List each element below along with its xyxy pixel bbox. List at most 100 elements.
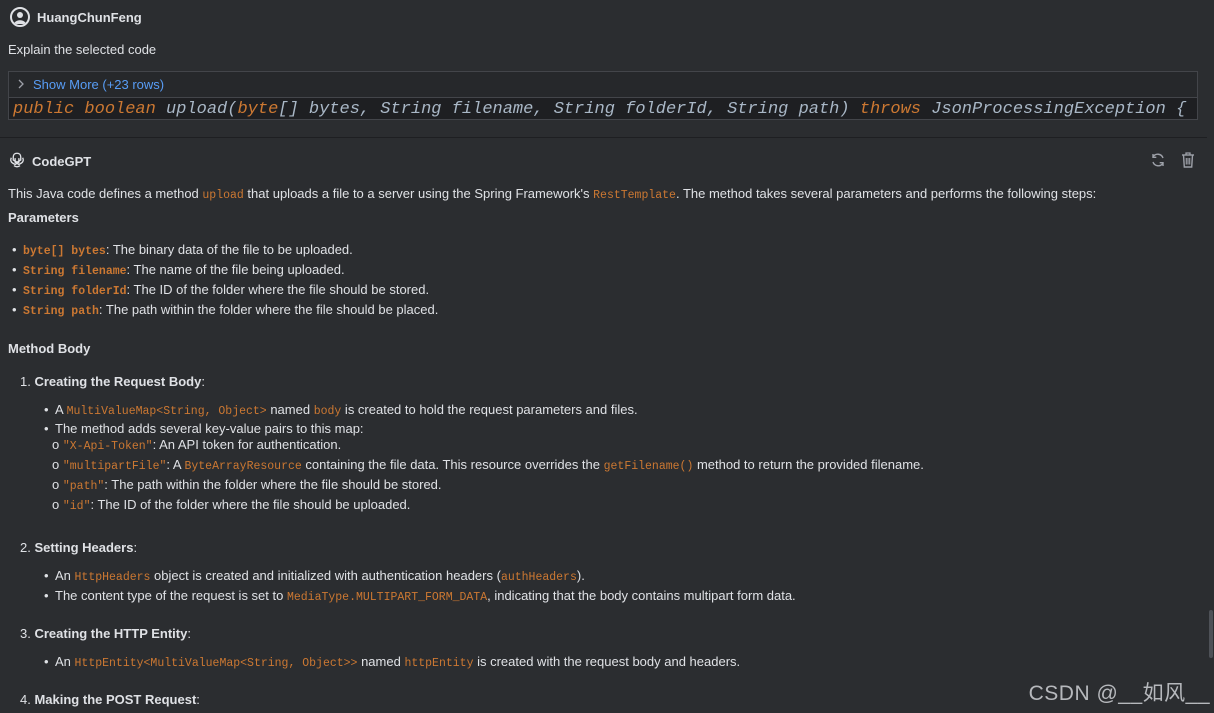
list-item: • An HttpEntity<MultiValueMap<String, Obj… [44, 652, 740, 674]
circle-bullet: o [52, 497, 60, 512]
step-title: Creating the Request Body [34, 374, 202, 389]
text: , indicating that the body contains mult… [487, 588, 796, 603]
text: : [187, 626, 191, 641]
text: : A [166, 457, 185, 472]
chevron-right-icon [17, 78, 25, 92]
text: that uploads a file to a server using th… [243, 186, 594, 201]
step-number: 2. [20, 540, 31, 555]
assistant-name: CodeGPT [32, 154, 92, 169]
inline-code: MediaType.MULTIPART_FORM_DATA [286, 591, 488, 604]
step-title: Creating the HTTP Entity [34, 626, 188, 641]
show-more-toggle[interactable]: Show More (+23 rows) [9, 72, 1197, 98]
inline-code: "id" [62, 500, 91, 513]
code-keyword: byte [237, 100, 279, 119]
step-title: Setting Headers [34, 540, 134, 555]
text: : The path within the folder where the f… [104, 477, 442, 492]
circle-bullet: o [52, 457, 60, 472]
text: : [201, 374, 205, 389]
text: : An API token for authentication. [152, 437, 342, 452]
code-line: public boolean upload(byte[] bytes, Stri… [13, 100, 1186, 119]
step-2-title: 2. Setting Headers: [20, 538, 137, 558]
code-keyword: boolean [84, 100, 156, 119]
text: An [55, 568, 75, 583]
inline-code: upload [202, 189, 244, 202]
bullet: • [44, 654, 49, 669]
sub-list-item: o "X-Api-Token": An API token for authen… [52, 438, 341, 454]
inline-code: "X-Api-Token" [62, 440, 153, 453]
list-item: • The method adds several key-value pairs… [44, 420, 364, 438]
inline-code: String filename [23, 265, 127, 278]
watermark: CSDN @__如风__ [1028, 682, 1210, 705]
list-item: • String path: The path within the folder… [12, 300, 438, 320]
bullet: • [44, 588, 49, 603]
regenerate-icon[interactable] [1150, 152, 1166, 168]
code-keyword: public [13, 100, 75, 119]
circle-bullet: o [52, 477, 60, 492]
text: : The path within the folder where the f… [98, 302, 439, 317]
list-item: • String folderId: The ID of the folder w… [12, 280, 438, 300]
step-4-title: 4. Making the POST Request: [20, 690, 200, 710]
text: object is created and initialized with a… [150, 568, 501, 583]
text: is created to hold the request parameter… [341, 402, 638, 417]
bullet: • [44, 568, 49, 583]
scrollbar-thumb[interactable] [1209, 610, 1213, 658]
bullet: • [12, 302, 17, 317]
code-keyword: throws [859, 100, 921, 119]
text: A [55, 402, 67, 417]
inline-code: HttpEntity<MultiValueMap<String, Object>… [74, 657, 358, 670]
code-text: upload( [155, 100, 238, 119]
message-divider [0, 137, 1207, 138]
text: : The ID of the folder where the file sh… [90, 497, 411, 512]
step-3-title: 3. Creating the HTTP Entity: [20, 624, 191, 644]
code-text: [] bytes, String filename, String folder… [278, 100, 860, 119]
step-1-title: 1. Creating the Request Body: [20, 372, 205, 392]
user-header: HuangChunFeng [10, 7, 142, 27]
bullet: • [12, 282, 17, 297]
user-avatar-icon [10, 7, 30, 27]
text: is created with the request body and hea… [473, 654, 741, 669]
bullet: • [12, 262, 17, 277]
step-number: 3. [20, 626, 31, 641]
trash-icon[interactable] [1180, 152, 1196, 168]
text: The content type of the request is set t… [55, 588, 287, 603]
parameters-heading: Parameters [8, 210, 79, 225]
text: containing the file data. This resource … [301, 457, 604, 472]
inline-code: ByteArrayResource [184, 460, 302, 473]
show-more-label[interactable]: Show More (+23 rows) [33, 77, 164, 92]
selected-code-block: Show More (+23 rows) public boolean uplo… [8, 71, 1198, 120]
text: : [133, 540, 138, 555]
user-name: HuangChunFeng [37, 9, 142, 25]
scrollbar[interactable] [1207, 0, 1214, 713]
method-body-heading: Method Body [8, 341, 91, 356]
inline-code: String folderId [23, 285, 127, 298]
inline-code: "multipartFile" [62, 460, 167, 473]
sub-list-item: o "path": The path within the folder whe… [52, 478, 442, 494]
response-intro: This Java code defines a method upload t… [8, 184, 1096, 206]
inline-code: String path [23, 305, 99, 318]
bullet: • [44, 402, 49, 417]
list-item: • String filename: The name of the file b… [12, 260, 438, 280]
text: : [196, 692, 200, 707]
list-item: • A MultiValueMap<String, Object> named b… [44, 400, 638, 422]
inline-code: body [313, 405, 342, 418]
inline-code: RestTemplate [593, 189, 676, 202]
codegpt-logo-icon [8, 151, 26, 172]
list-item: • An HttpHeaders object is created and in… [44, 566, 585, 588]
assistant-header: CodeGPT [8, 151, 91, 172]
step-number: 4. [20, 692, 31, 707]
user-message: HuangChunFeng Explain the selected code … [0, 0, 1207, 130]
inline-code: MultiValueMap<String, Object> [66, 405, 267, 418]
text: named [266, 402, 314, 417]
inline-code: byte[] bytes [23, 245, 106, 258]
inline-code: getFilename() [603, 460, 694, 473]
text: This Java code defines a method [8, 186, 203, 201]
text: named [357, 654, 405, 669]
list-item: • The content type of the request is set … [44, 586, 796, 608]
inline-code: authHeaders [500, 571, 577, 584]
text: method to return the provided filename. [693, 457, 924, 472]
sub-list-item: o "id": The ID of the folder where the f… [52, 498, 410, 514]
inline-code: "path" [62, 480, 105, 493]
code-text: JsonProcessingException { [921, 100, 1187, 119]
text: The method adds several key-value pairs … [55, 421, 364, 436]
sub-list-item: o "multipartFile": A ByteArrayResource c… [52, 458, 924, 474]
